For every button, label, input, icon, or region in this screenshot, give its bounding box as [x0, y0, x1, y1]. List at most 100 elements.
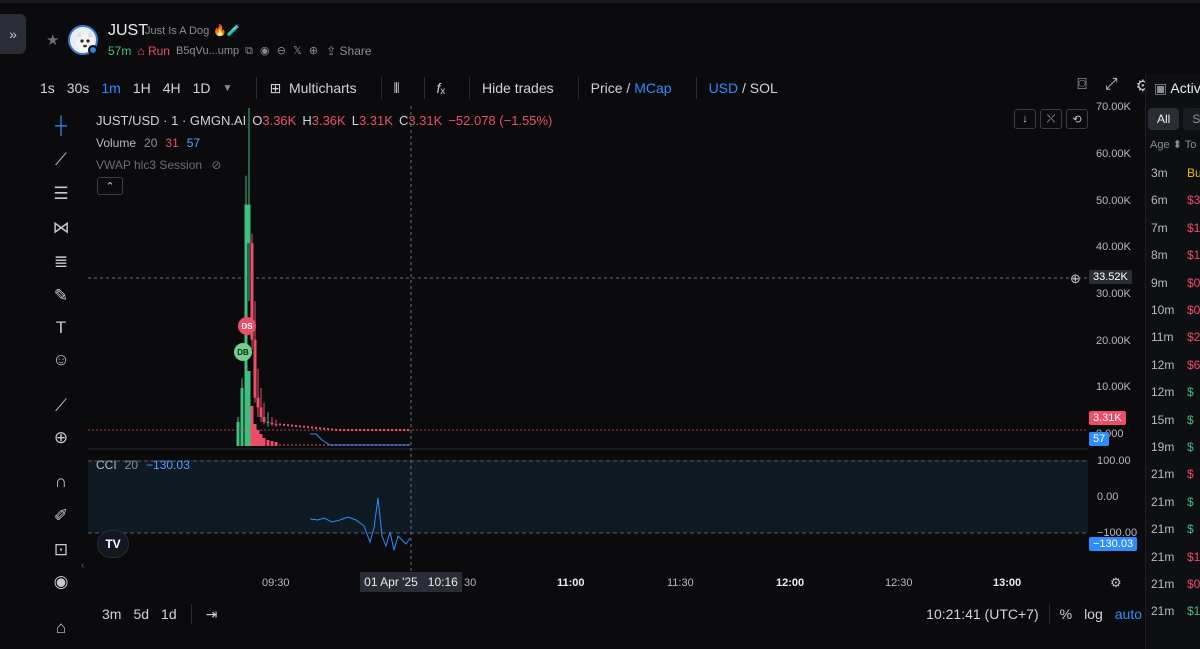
tradingview-logo[interactable]: TV	[97, 530, 129, 558]
activity-value: $0	[1187, 275, 1200, 290]
time-axis-label: 30	[464, 577, 477, 589]
collapse-tools-icon[interactable]: ‹	[81, 560, 84, 571]
pattern-tool-icon[interactable]: ⋈	[46, 216, 76, 240]
multicharts-button[interactable]: ⊞ Multicharts	[269, 80, 356, 97]
candle-type-icon[interactable]: ⫴	[394, 80, 400, 97]
range-1d[interactable]: 1d	[161, 606, 177, 622]
crosshair-tool-icon[interactable]: ┼	[46, 114, 76, 138]
cci-legend[interactable]: CCI 20 −130.03	[96, 458, 190, 472]
tab-all[interactable]: All	[1148, 108, 1180, 130]
activity-row[interactable]: 12m $	[1151, 385, 1194, 399]
activity-label: Activity	[1170, 80, 1200, 96]
fullscreen-icon[interactable]: ⤢	[1105, 76, 1118, 96]
activity-value: $	[1187, 385, 1194, 400]
activity-row[interactable]: 21m $1	[1151, 550, 1200, 564]
hidden-eye-icon[interactable]: ⊘	[211, 158, 221, 172]
share-button[interactable]: ⇪ Share	[326, 44, 371, 58]
run-badge[interactable]: ⌂ Run	[137, 44, 170, 58]
change-value: −52.078 (−1.55%)	[448, 113, 553, 128]
activity-row[interactable]: 21m $1	[1151, 604, 1200, 618]
dev-sell-marker[interactable]: DS	[238, 317, 256, 335]
screenshot-camera-icon[interactable]: ⌼	[1077, 76, 1087, 96]
trash-icon[interactable]: ⌂	[46, 616, 76, 640]
scroll-down-icon[interactable]: ↓	[1014, 109, 1036, 129]
volume-bar	[270, 441, 274, 446]
add-alert-icon[interactable]: ⊕	[1070, 271, 1081, 287]
activity-row[interactable]: 19m $	[1151, 440, 1194, 454]
activity-row[interactable]: 9m $0	[1151, 276, 1200, 290]
trendline-tool-icon[interactable]: ⟋	[46, 148, 76, 172]
log-toggle[interactable]: log	[1084, 606, 1103, 622]
auto-toggle[interactable]: auto	[1115, 606, 1142, 622]
vwap-legend[interactable]: VWAP hlc3 Session ⊘	[96, 158, 221, 172]
interval-30s[interactable]: 30s	[67, 80, 90, 96]
interval-4h[interactable]: 4H	[163, 80, 181, 96]
percent-toggle[interactable]: %	[1060, 606, 1072, 622]
horizontal-lines-tool-icon[interactable]: ☰	[46, 182, 76, 206]
time-axis-settings-icon[interactable]: ⚙	[1110, 575, 1122, 591]
range-5d[interactable]: 5d	[133, 606, 149, 622]
lock-icon[interactable]: ⊡	[46, 538, 76, 562]
volume-bar	[303, 444, 305, 446]
price-mcap-toggle[interactable]: Price / MCap	[591, 80, 672, 96]
reset-chart-icon[interactable]: ⟲	[1066, 109, 1088, 129]
activity-row[interactable]: 12m $6	[1151, 358, 1200, 372]
price-axis-label: 20.00K	[1096, 335, 1131, 347]
currency-toggle[interactable]: USD / SOL	[709, 80, 778, 96]
activity-row[interactable]: 15m $	[1151, 413, 1194, 427]
social-icons[interactable]: ⧉ ◉ ⊖ 𝕏 ⊕	[245, 44, 320, 58]
lock-drawing-icon[interactable]: ✐	[46, 504, 76, 528]
goto-date-icon[interactable]: ⇥	[206, 606, 218, 623]
activity-row[interactable]: 11m $2	[1151, 330, 1200, 344]
hide-trades-button[interactable]: Hide trades	[482, 80, 554, 96]
interval-1s[interactable]: 1s	[40, 80, 55, 96]
volume-bar	[244, 386, 248, 446]
activity-row[interactable]: 3m Bu	[1151, 166, 1200, 180]
expand-sidebar-button[interactable]: »	[0, 14, 26, 54]
dev-buy-marker[interactable]: DB	[234, 343, 252, 361]
price-chart[interactable]	[88, 106, 1142, 574]
interval-1m[interactable]: 1m	[101, 80, 120, 96]
brush-tool-icon[interactable]: ✎	[46, 284, 76, 308]
col-age[interactable]: Age	[1150, 139, 1170, 151]
sort-icon[interactable]: ⬍	[1173, 139, 1182, 151]
text-tool-icon[interactable]: T	[46, 316, 76, 340]
interval-dropdown-icon[interactable]: ▼	[223, 83, 233, 94]
indicators-icon[interactable]: fₓ	[437, 80, 445, 96]
candle-body	[291, 424, 293, 427]
clock-label[interactable]: 10:21:41 (UTC+7)	[926, 606, 1038, 622]
magnet-icon[interactable]: ∩	[46, 470, 76, 494]
activity-age: 12m	[1151, 357, 1175, 372]
favorite-star-icon[interactable]: ★	[46, 31, 59, 49]
volume-bar	[291, 444, 293, 446]
zoom-in-icon[interactable]: ⊕	[46, 426, 76, 450]
volume-legend[interactable]: Volume 20 31 57	[96, 136, 200, 150]
candle-body	[262, 417, 266, 422]
activity-title[interactable]: ▣ Activity	[1154, 80, 1200, 97]
fib-tool-icon[interactable]: ≣	[46, 250, 76, 274]
activity-row[interactable]: 7m $1	[1151, 221, 1200, 235]
activity-age: 6m	[1151, 193, 1168, 208]
activity-row[interactable]: 21m $0	[1151, 577, 1200, 591]
activity-row[interactable]: 10m $0	[1151, 303, 1200, 317]
activity-row[interactable]: 6m $3	[1151, 193, 1200, 207]
interval-1h[interactable]: 1H	[133, 80, 151, 96]
tab-s[interactable]: S	[1183, 108, 1200, 130]
activity-row[interactable]: 8m $1	[1151, 248, 1200, 262]
activity-icon: ▣	[1154, 80, 1168, 96]
visibility-eye-icon[interactable]: ◉	[46, 570, 76, 594]
activity-row[interactable]: 21m $	[1151, 495, 1194, 509]
candle-body	[303, 425, 305, 428]
top-strip	[0, 0, 1200, 3]
emoji-tool-icon[interactable]: ☺	[46, 348, 76, 372]
collapse-pane-icon[interactable]: ⤬	[1040, 109, 1062, 129]
ruler-tool-icon[interactable]: ⟋	[46, 394, 76, 418]
collapse-legend-button[interactable]: ⌃	[97, 177, 123, 195]
range-3m[interactable]: 3m	[102, 606, 121, 622]
activity-row[interactable]: 21m $	[1151, 467, 1194, 481]
contract-address[interactable]: B5qVu...ump	[176, 45, 239, 57]
activity-age: 21m	[1151, 522, 1175, 537]
activity-row[interactable]: 21m $	[1151, 522, 1194, 536]
interval-1d[interactable]: 1D	[193, 80, 211, 96]
price-axis-label: 50.00K	[1096, 195, 1131, 207]
